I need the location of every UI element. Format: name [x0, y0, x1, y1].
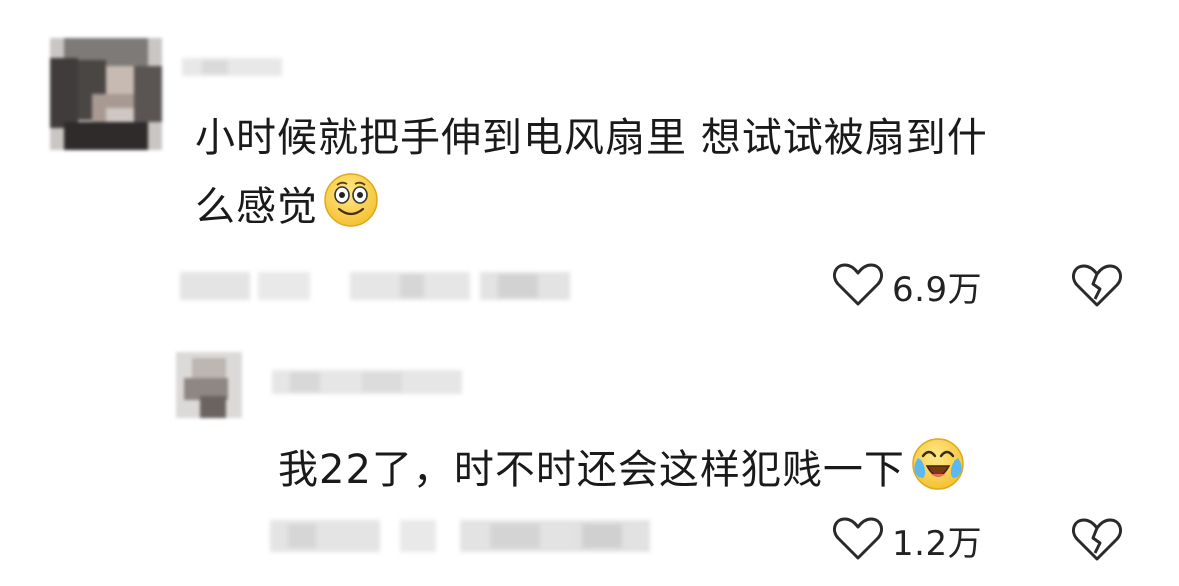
reply-meta-placeholder [270, 510, 660, 562]
heart-outline-icon [832, 261, 884, 311]
avatar[interactable] [176, 352, 242, 418]
username-placeholder[interactable] [182, 54, 282, 80]
comment-text-line: 么感觉 [195, 184, 318, 230]
dislike-button[interactable] [1072, 516, 1122, 562]
grinning-emoji-icon [322, 171, 380, 243]
like-button[interactable]: 6.9万 [832, 262, 982, 310]
heart-outline-icon [832, 515, 884, 565]
comment-text: 我22了，时不时还会这样犯贱一下 [278, 434, 1078, 506]
broken-heart-icon [1072, 518, 1122, 561]
comment-meta-placeholder [180, 268, 570, 302]
avatar[interactable] [50, 38, 162, 150]
like-count: 1.2万 [892, 523, 983, 564]
like-button[interactable]: 1.2万 [832, 516, 982, 564]
broken-heart-icon [1072, 264, 1122, 307]
username-placeholder[interactable] [272, 364, 462, 398]
dislike-button[interactable] [1072, 262, 1122, 308]
like-count: 6.9万 [892, 269, 983, 310]
comment-text-line: 小时候就把手伸到电风扇里 想试试被扇到什 [195, 115, 988, 161]
laughing-tears-emoji-icon [909, 434, 967, 506]
comment-text: 小时候就把手伸到电风扇里 想试试被扇到什 么感觉 [195, 111, 1115, 243]
comment-text-line: 我22了，时不时还会这样犯贱一下 [278, 447, 905, 493]
